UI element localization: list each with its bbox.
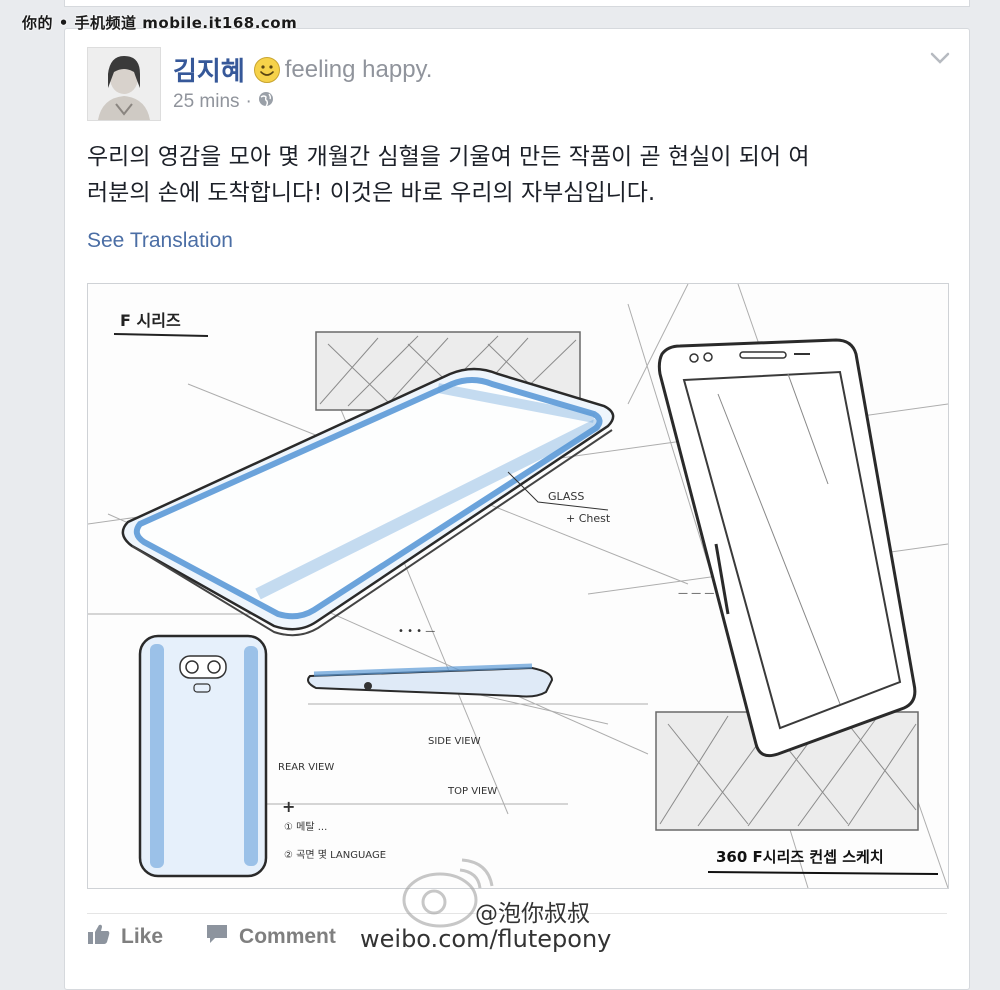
- side-view-label: SIDE VIEW: [428, 736, 481, 747]
- post-meta: 25 mins ·: [173, 91, 274, 113]
- post-image[interactable]: F 시리즈 GLASS + Chest • • • — SIDE VIEW RE…: [87, 283, 949, 889]
- avatar[interactable]: [87, 47, 161, 121]
- speech-bubble-icon: [205, 923, 239, 951]
- rear-note-2: ② 곡면 몇 LANGUAGE: [284, 849, 386, 861]
- like-button[interactable]: Like: [87, 923, 163, 951]
- author-line: 김지혜 feeling happy.: [173, 51, 432, 88]
- rear-note-1: ① 메탈 ...: [284, 820, 327, 833]
- post-actions: Like Comment: [87, 923, 378, 951]
- chevron-down-icon[interactable]: [929, 51, 951, 65]
- svg-text:GLASS: GLASS: [548, 490, 584, 503]
- thumbs-up-icon: [87, 923, 121, 951]
- comment-label: Comment: [239, 925, 336, 948]
- weibo-url-watermark: weibo.com/flutepony: [360, 925, 612, 953]
- timestamp[interactable]: 25 mins: [173, 91, 240, 113]
- rear-view-label: REAR VIEW: [278, 762, 334, 773]
- smiley-icon: [253, 56, 281, 84]
- phone-sketch-drawing: F 시리즈 GLASS + Chest • • • — SIDE VIEW RE…: [88, 284, 948, 888]
- post-body-line-2: 러분의 손에 도착합니다! 이것은 바로 우리의 자부심입니다.: [87, 180, 656, 206]
- site-watermark: 你的 • 手机频道 mobile.it168.com: [22, 14, 298, 32]
- author-name[interactable]: 김지혜: [173, 51, 245, 88]
- weibo-handle-watermark: @泡你叔叔: [475, 901, 590, 927]
- post-body-line-1: 우리의 영감을 모아 몇 개월간 심혈을 기울여 만든 작품이 곧 현실이 되어…: [87, 144, 810, 170]
- like-label: Like: [121, 925, 164, 948]
- svg-text:+ Chest: + Chest: [566, 512, 611, 525]
- meta-separator: ·: [245, 91, 252, 112]
- top-view-label: TOP VIEW: [447, 786, 497, 797]
- previous-card-edge: [64, 0, 970, 7]
- post-body: 우리의 영감을 모아 몇 개월간 심혈을 기울여 만든 작품이 곧 현실이 되어…: [87, 139, 957, 211]
- globe-icon: [258, 91, 274, 113]
- feeling-text: feeling happy.: [284, 55, 433, 83]
- post-card: 김지혜 feeling happy. 25 mins · 우리의 영감을 모아 …: [64, 28, 970, 990]
- see-translation-link[interactable]: See Translation: [87, 229, 233, 253]
- sketch-note-1: • • • —: [398, 626, 435, 637]
- sketch-note-2: — — —: [678, 588, 714, 599]
- svg-text:+: +: [282, 797, 295, 816]
- comment-button[interactable]: Comment: [205, 923, 336, 951]
- phone-rear-view: [138, 634, 268, 878]
- svg-text:360 F시리즈 컨셉 스케치: 360 F시리즈 컨셉 스케치: [716, 848, 884, 866]
- svg-text:F 시리즈: F 시리즈: [120, 311, 181, 330]
